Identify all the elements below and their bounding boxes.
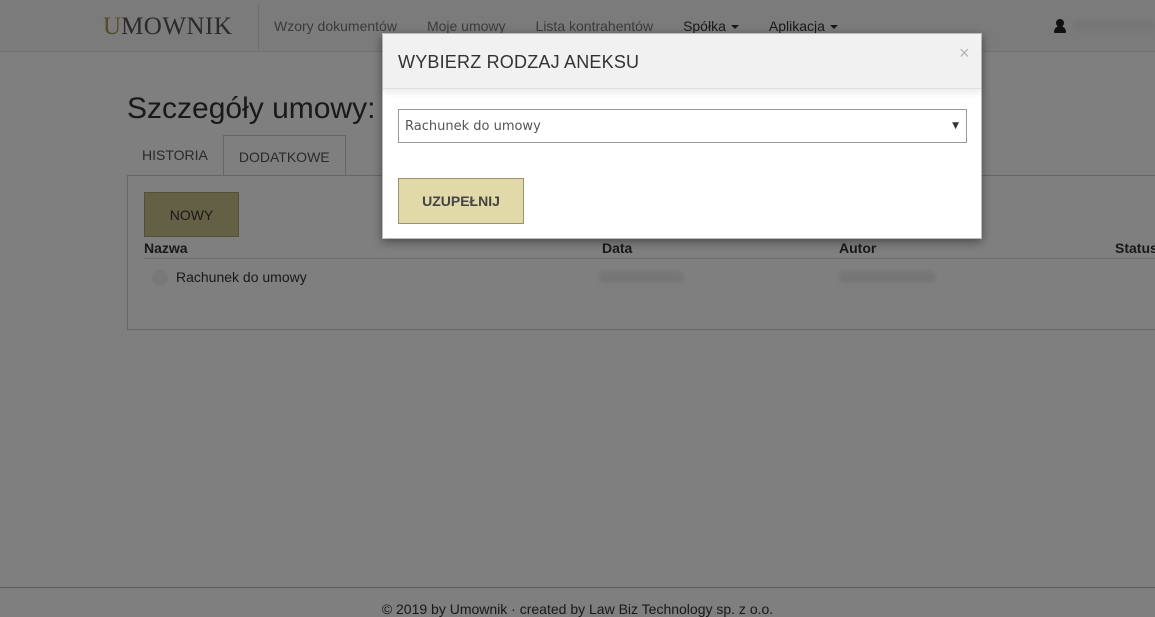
- annex-type-select-value: Rachunek do umowy: [405, 119, 541, 134]
- annex-type-modal: WYBIERZ RODZAJ ANEKSU × Rachunek do umow…: [382, 33, 982, 239]
- fill-in-button[interactable]: UZUPEŁNIJ: [398, 178, 524, 224]
- dropdown-arrow-icon: ▼: [952, 121, 959, 131]
- modal-header: WYBIERZ RODZAJ ANEKSU ×: [383, 34, 981, 89]
- close-icon[interactable]: ×: [959, 44, 970, 62]
- annex-type-select[interactable]: Rachunek do umowy ▼: [398, 109, 967, 143]
- modal-title: WYBIERZ RODZAJ ANEKSU: [398, 52, 640, 72]
